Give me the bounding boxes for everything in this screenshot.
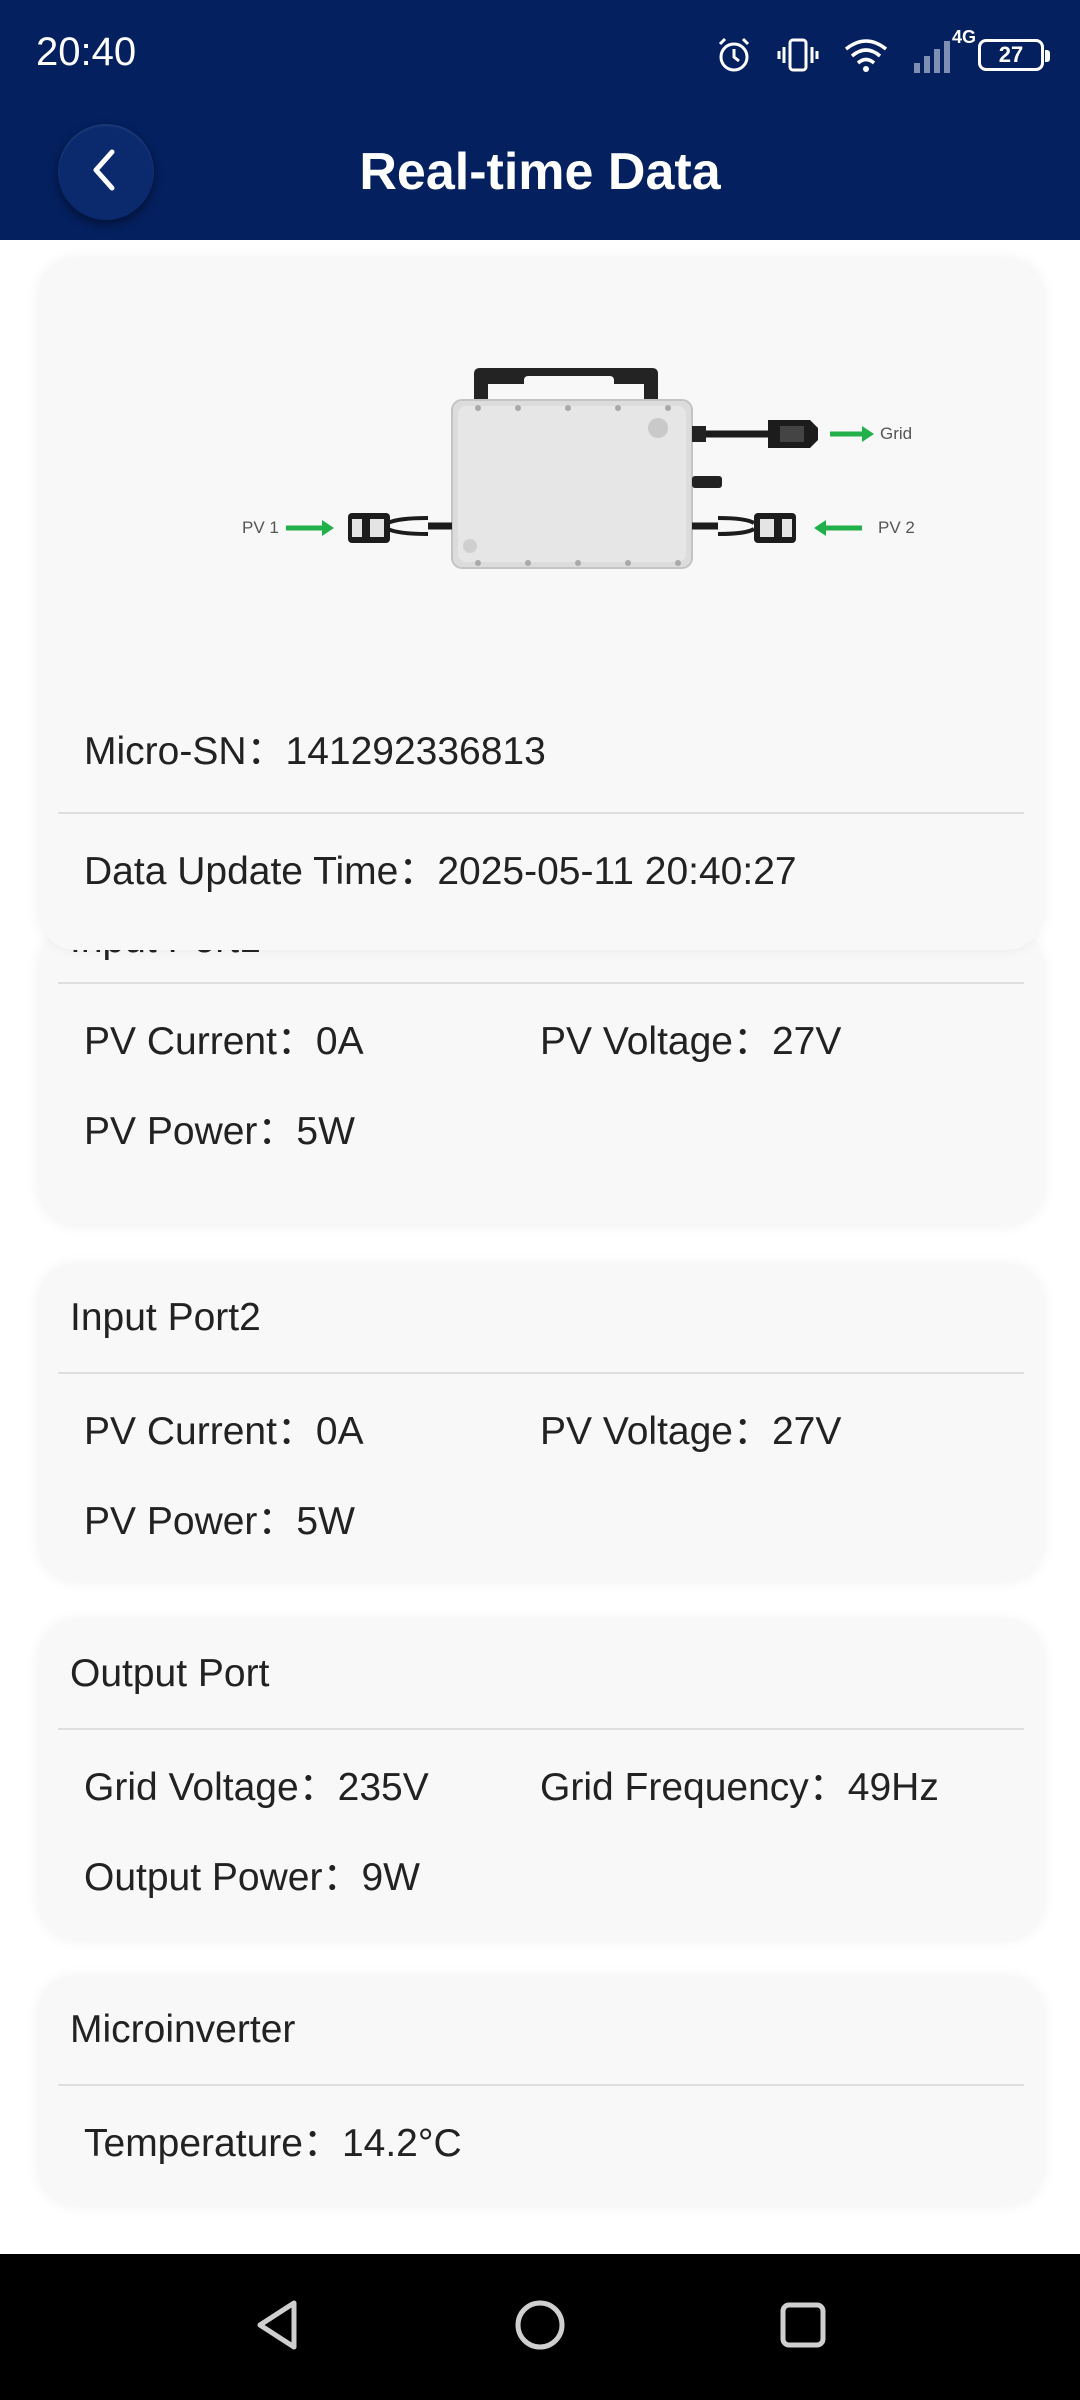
wifi-icon xyxy=(842,35,890,75)
divider xyxy=(58,2084,1024,2086)
pv-voltage-label: PV Voltage： xyxy=(540,1410,772,1453)
home-circle-icon xyxy=(512,2297,568,2358)
grid-label: Grid xyxy=(880,424,913,443)
nav-recents-button[interactable] xyxy=(768,2292,838,2362)
content-area[interactable]: Grid PV 1 PV 2 Micro-SN：141292336813 Dat… xyxy=(0,240,1080,2254)
pv-voltage-value: 27V xyxy=(771,1020,842,1063)
output-power-label: Output Power： xyxy=(84,1856,362,1899)
pv1-label: PV 1 xyxy=(242,518,279,537)
device-card: Grid PV 1 PV 2 Micro-SN：141292336813 Dat… xyxy=(38,258,1044,950)
divider xyxy=(58,1372,1024,1374)
page-title: Real-time Data xyxy=(359,143,721,201)
microinverter-image: Grid PV 1 PV 2 xyxy=(198,358,918,588)
grid-frequency: Grid Frequency：49Hz xyxy=(540,1756,939,1812)
vibrate-icon xyxy=(776,35,820,75)
grid-voltage: Grid Voltage：235V xyxy=(84,1756,429,1812)
pv-voltage: PV Voltage：27V xyxy=(540,1010,841,1066)
pv-current-value: 0A xyxy=(315,1020,364,1063)
pv2-label: PV 2 xyxy=(878,518,915,537)
nav-back-button[interactable] xyxy=(242,2292,312,2362)
update-time-label: Data Update Time： xyxy=(84,850,438,893)
divider xyxy=(58,812,1024,814)
grid-frequency-value: 49Hz xyxy=(847,1766,939,1809)
pv-power: PV Power：5W xyxy=(84,1100,355,1156)
divider xyxy=(58,982,1024,984)
output-power-value: 9W xyxy=(361,1856,420,1899)
pv-current-label: PV Current： xyxy=(84,1410,316,1453)
back-triangle-icon xyxy=(252,2297,302,2358)
signal-icon: 4G xyxy=(912,27,976,75)
input-port1-card: Input Port1 PV Current：0A PV Voltage：27V… xyxy=(38,918,1044,1226)
temperature-label: Temperature： xyxy=(84,2122,342,2165)
grid-voltage-value: 235V xyxy=(337,1766,429,1809)
grid-voltage-label: Grid Voltage： xyxy=(84,1766,338,1809)
status-icons: 4G 27 xyxy=(714,27,1050,80)
pv-power-label: PV Power： xyxy=(84,1110,297,1153)
input-port2-title: Input Port2 xyxy=(70,1296,261,1339)
output-power: Output Power：9W xyxy=(84,1846,420,1902)
divider xyxy=(58,1728,1024,1730)
input-port2-card: Input Port2 PV Current：0A PV Voltage：27V… xyxy=(38,1264,1044,1582)
grid-frequency-label: Grid Frequency： xyxy=(540,1766,848,1809)
microinverter-card: Microinverter Temperature：14.2°C xyxy=(38,1976,1044,2206)
battery-icon: 27 xyxy=(978,39,1050,71)
network-type: 4G xyxy=(952,27,977,47)
pv-current-value: 0A xyxy=(315,1410,364,1453)
pv-power-value: 5W xyxy=(296,1110,355,1153)
top-bar: 20:40 4G 27 Real-time Data xyxy=(0,0,1080,240)
pv-power-label: PV Power： xyxy=(84,1500,297,1543)
pv-power-value: 5W xyxy=(296,1500,355,1543)
micro-sn-value: 141292336813 xyxy=(285,730,546,773)
pv-voltage-label: PV Voltage： xyxy=(540,1020,772,1063)
battery-level: 27 xyxy=(998,42,1024,67)
status-time: 20:40 xyxy=(36,30,137,74)
navigation-bar xyxy=(0,2254,1080,2400)
microinverter-title: Microinverter xyxy=(70,2008,296,2051)
update-time-value: 2025-05-11 20:40:27 xyxy=(437,850,797,893)
pv-voltage: PV Voltage：27V xyxy=(540,1400,841,1456)
data-update-time: Data Update Time：2025-05-11 20:40:27 xyxy=(84,840,797,896)
micro-sn-label: Micro-SN： xyxy=(84,730,286,773)
output-port-card: Output Port Grid Voltage：235V Grid Frequ… xyxy=(38,1620,1044,1940)
pv-power: PV Power：5W xyxy=(84,1490,355,1546)
pv-current: PV Current：0A xyxy=(84,1010,364,1066)
recents-square-icon xyxy=(778,2300,828,2355)
pv-current-label: PV Current： xyxy=(84,1020,316,1063)
nav-home-button[interactable] xyxy=(505,2292,575,2362)
temperature-value: 14.2°C xyxy=(341,2122,462,2165)
temperature: Temperature：14.2°C xyxy=(84,2112,462,2168)
pv-voltage-value: 27V xyxy=(771,1410,842,1453)
alarm-icon xyxy=(714,35,754,75)
output-port-title: Output Port xyxy=(70,1652,270,1695)
pv-current: PV Current：0A xyxy=(84,1400,364,1456)
micro-sn: Micro-SN：141292336813 xyxy=(84,720,546,776)
